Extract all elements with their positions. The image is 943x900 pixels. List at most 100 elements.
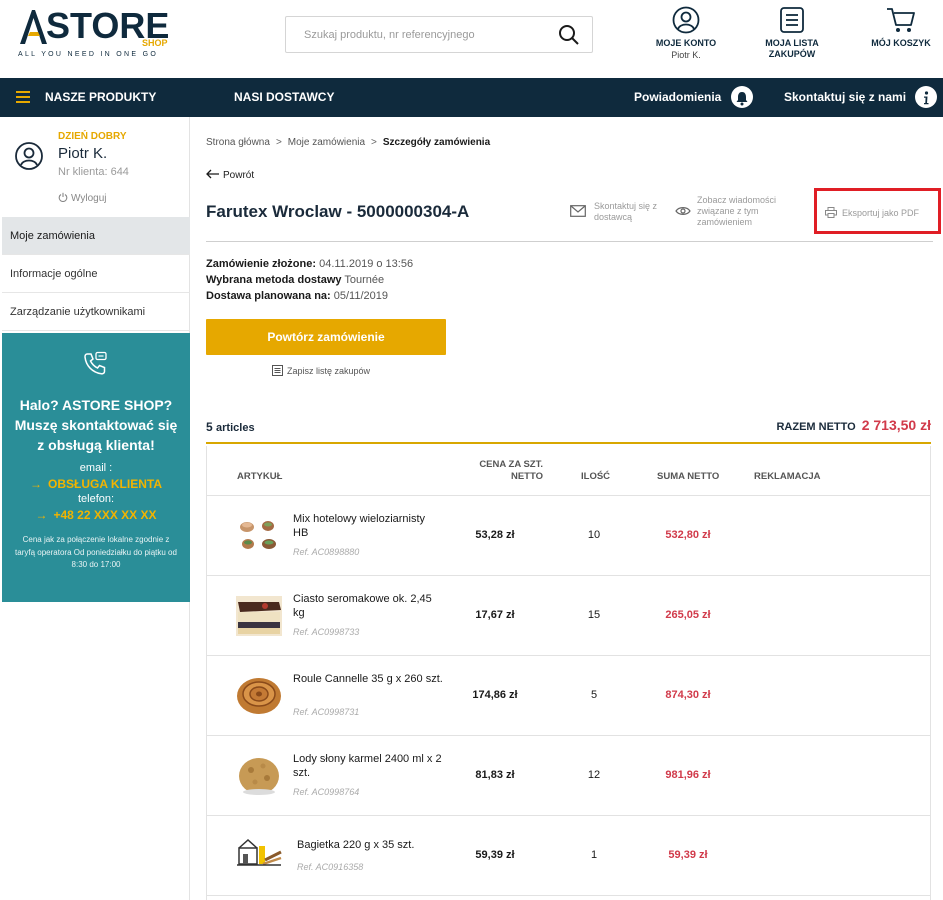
articles-number: 5 [206, 420, 213, 434]
product-ref: Ref. AC0998731 [293, 707, 360, 717]
unit-price: 53,28 zł [475, 529, 515, 541]
order-items-table: ARTYKUŁ CENA ZA SZT. NETTO ILOŚĆ SUMA NE… [206, 446, 931, 900]
breadcrumb-home[interactable]: Strona główna [206, 137, 270, 148]
list-icon [272, 365, 283, 376]
table-row[interactable]: Ciasto seromakowe ok. 2,45 kg Ref. AC099… [207, 576, 930, 656]
eye-icon [675, 207, 691, 215]
delivery-planned: Dostawa planowana na: 05/11/2019 [206, 290, 388, 302]
unit-price: 59,39 zł [475, 849, 515, 861]
nav-suppliers[interactable]: NASI DOSTAWCY [234, 78, 334, 117]
quantity: 12 [587, 769, 601, 781]
line-total: 265,05 zł [665, 609, 711, 621]
unit-price: 174,86 zł [472, 689, 518, 701]
product-image [237, 838, 282, 866]
sidebar-item-user-management[interactable]: Zarządzanie użytkownikami [2, 293, 190, 331]
nav-contact-label: Skontaktuj się z nami [784, 90, 907, 104]
total-value: 2 713,50 zł [861, 417, 931, 433]
astore-logo[interactable]: STORE SHOP ALL YOU NEED IN ONE GO [18, 8, 178, 64]
power-icon [58, 192, 68, 203]
order-placed-label: Zamówienie złożone: [206, 258, 317, 270]
export-pdf-label: Eksportuj jako PDF [842, 208, 920, 218]
back-link[interactable]: Powrót [206, 169, 254, 181]
delivery-method: Wybrana metoda dostawy Tournée [206, 274, 384, 286]
view-messages-link[interactable]: Zobacz wiadomości związane z tym zamówie… [675, 195, 795, 228]
unit-price: 17,67 zł [475, 609, 515, 621]
product-name[interactable]: Lody słony karmel 2400 ml x 2 szt. [293, 752, 443, 780]
product-image [236, 596, 282, 636]
table-top-rule [206, 442, 931, 444]
line-total: 532,80 zł [665, 529, 711, 541]
product-image [237, 678, 281, 714]
export-pdf-link[interactable]: Eksportuj jako PDF [825, 207, 937, 219]
header-complaint: REKLAMACJA [754, 471, 821, 482]
my-account-link[interactable]: MOJE KONTO Piotr K. [650, 6, 722, 60]
order-title: Farutex Wroclaw - 5000000304-A [206, 202, 470, 221]
product-image [239, 758, 279, 795]
account-sidebar: DZIEŃ DOBRY Piotr K. Nr klienta: 644 Wyl… [0, 117, 190, 900]
nav-notifications[interactable]: Powiadomienia [634, 78, 753, 117]
articles-word: articles [216, 422, 255, 434]
client-number: Nr klienta: 644 [58, 166, 129, 178]
info-icon [915, 85, 938, 108]
breadcrumb-current: Szczegóły zamówienia [382, 137, 491, 148]
logo-shop: SHOP [142, 38, 168, 48]
quantity: 15 [587, 609, 601, 621]
user-icon [672, 6, 700, 34]
nav-our-products[interactable]: NASZE PRODUKTY [45, 78, 156, 117]
product-name[interactable]: Ciasto seromakowe ok. 2,45 kg [293, 592, 443, 620]
table-row[interactable]: Roule Cannelle 35 g x 260 szt. Ref. AC09… [207, 656, 930, 736]
unit-price: 81,83 zł [475, 769, 515, 781]
site-header: STORE SHOP ALL YOU NEED IN ONE GO MOJE K… [0, 0, 943, 78]
envelope-icon [570, 205, 586, 217]
contact-supplier-link[interactable]: Skontaktuj się z dostawcą [570, 201, 670, 223]
email-link[interactable]: → OBSŁUGA KLIENTA [2, 477, 190, 491]
search-input[interactable] [286, 17, 546, 52]
customer-service-box: Halo? ASTORE SHOP? Muszę skontaktować si… [2, 333, 190, 602]
product-name[interactable]: Roule Cannelle 35 g x 260 szt. [293, 672, 443, 686]
save-list-label: Zapisz listę zakupów [287, 366, 371, 376]
logo-a-mark [20, 10, 47, 44]
delivery-method-label: Wybrana metoda dostawy [206, 274, 342, 286]
search-button[interactable] [558, 24, 580, 46]
customer-service-question: Halo? ASTORE SHOP? Muszę skontaktować si… [14, 397, 178, 453]
phone-chat-icon [84, 351, 107, 375]
logo-tagline: ALL YOU NEED IN ONE GO [18, 51, 159, 58]
arrow-left-icon [206, 169, 219, 179]
save-shopping-list-link[interactable]: Zapisz listę zakupów [272, 365, 370, 376]
product-name[interactable]: Bagietka 220 g x 35 szt. [297, 838, 447, 852]
order-placed: Zamówienie złożone: 04.11.2019 o 13:56 [206, 258, 413, 270]
table-row[interactable]: Lody słony karmel 2400 ml x 2 szt. Ref. … [207, 736, 930, 816]
breadcrumb: Strona główna > Moje zamówienia > Szczegóły … [206, 137, 491, 148]
line-total: 981,96 zł [665, 769, 711, 781]
account-menu: Moje zamówienia Informacje ogólne Zarząd… [2, 217, 190, 331]
order-total: RAZEM NETTO 2 713,50 zł [776, 417, 931, 433]
table-row[interactable]: Bagietka 220 g x 35 szt. Ref. AC0916358 … [207, 816, 930, 896]
articles-count: 5 articles [206, 420, 255, 434]
delivery-method-value: Tournée [344, 274, 385, 286]
sidebar-item-my-orders[interactable]: Moje zamówienia [2, 217, 190, 255]
header-qty: ILOŚĆ [581, 471, 611, 482]
nav-notifications-label: Powiadomienia [634, 90, 722, 104]
menu-icon[interactable] [16, 91, 30, 103]
cart-icon [887, 8, 915, 32]
cart-label: MÓJ KOSZYK [871, 38, 931, 48]
my-account-user: Piotr K. [671, 50, 701, 60]
order-placed-value: 04.11.2019 o 13:56 [319, 258, 414, 270]
nav-contact[interactable]: Skontaktuj się z nami [784, 78, 938, 117]
cart-link[interactable]: MÓJ KOSZYK [862, 6, 940, 48]
logout-label: Wyloguj [71, 193, 107, 204]
product-image [240, 521, 276, 549]
header-unit-price: CENA ZA SZT. NETTO [479, 459, 543, 482]
repeat-order-button[interactable]: Powtórz zamówienie [206, 319, 446, 355]
printer-icon [825, 207, 837, 218]
sidebar-item-general-info[interactable]: Informacje ogólne [2, 255, 190, 293]
phone-link[interactable]: → +48 22 XXX XX XX [2, 508, 190, 522]
product-name[interactable]: Mix hotelowy wieloziarnisty HB [293, 512, 443, 540]
logout-link[interactable]: Wyloguj [58, 192, 106, 204]
table-row[interactable]: Mix hotelowy wieloziarnisty HB Ref. AC08… [207, 496, 930, 576]
shopping-list-link[interactable]: MOJA LISTA ZAKUPÓW [756, 6, 828, 60]
search-box [285, 16, 593, 53]
my-account-label: MOJE KONTO [655, 38, 717, 48]
breadcrumb-orders[interactable]: Moje zamówienia [288, 137, 365, 148]
delivery-planned-value: 05/11/2019 [333, 290, 389, 302]
